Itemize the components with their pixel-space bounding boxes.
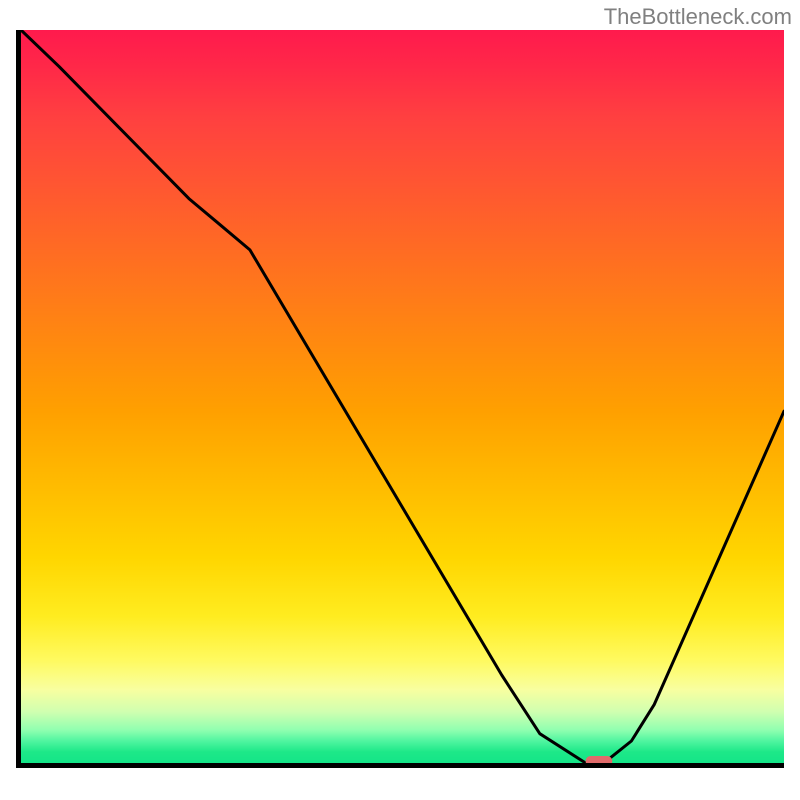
- watermark-text: TheBottleneck.com: [604, 4, 792, 30]
- bottleneck-curve: [21, 30, 784, 763]
- chart-container: TheBottleneck.com: [0, 0, 800, 800]
- curve-marker: [586, 756, 613, 763]
- plot-area: [16, 30, 784, 768]
- curve-svg: [21, 30, 784, 763]
